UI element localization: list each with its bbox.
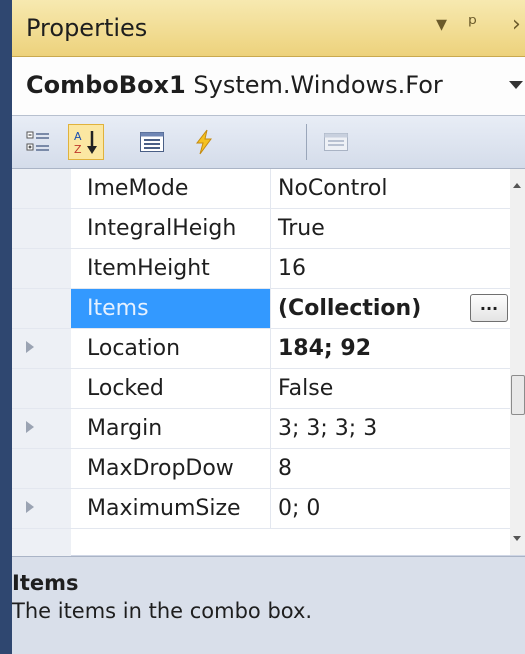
close-icon[interactable]: › <box>512 12 521 37</box>
events-icon[interactable] <box>186 124 222 160</box>
row-gutter <box>12 489 71 528</box>
property-name: Margin <box>71 409 271 448</box>
property-name: ItemHeight <box>71 249 271 288</box>
categorized-icon[interactable] <box>20 124 56 160</box>
svg-text:Z: Z <box>74 143 82 156</box>
property-pages-icon[interactable] <box>318 124 354 160</box>
title-bar: Properties ▾ ᵖ › <box>12 0 525 57</box>
scroll-down-icon[interactable] <box>513 536 521 541</box>
property-value[interactable]: (Collection) ... <box>271 289 510 328</box>
property-row-imemode[interactable]: ImeMode NoControl <box>12 169 510 209</box>
object-selector[interactable]: ComboBox1 System.Windows.For <box>12 57 525 116</box>
window-title: Properties <box>26 14 148 42</box>
toolbar-separator <box>306 124 307 160</box>
property-row-itemheight[interactable]: ItemHeight 16 <box>12 249 510 289</box>
properties-icon[interactable] <box>134 124 170 160</box>
property-name: Items <box>71 289 271 328</box>
description-text: The items in the combo box. <box>12 599 313 623</box>
svg-text:A: A <box>74 130 82 143</box>
property-value[interactable]: 0; 0 <box>271 489 510 528</box>
property-value[interactable]: 3; 3; 3; 3 <box>271 409 510 448</box>
dropdown-icon[interactable]: ▾ <box>436 12 447 37</box>
ellipsis-button[interactable]: ... <box>470 294 508 322</box>
row-gutter <box>12 329 71 368</box>
property-name: Locked <box>71 369 271 408</box>
property-value[interactable]: 184; 92 <box>271 329 510 368</box>
scroll-thumb[interactable] <box>511 375 525 415</box>
row-gutter <box>12 169 71 208</box>
property-value[interactable]: True <box>271 209 510 248</box>
row-gutter <box>12 249 71 288</box>
row-gutter <box>12 409 71 448</box>
scroll-up-icon[interactable] <box>513 183 521 188</box>
property-name: ImeMode <box>71 169 271 208</box>
property-grid: ImeMode NoControl IntegralHeigh True Ite… <box>12 169 510 569</box>
property-row-locked[interactable]: Locked False <box>12 369 510 409</box>
property-value[interactable]: False <box>271 369 510 408</box>
description-title: Items <box>12 571 79 595</box>
property-row-items[interactable]: Items (Collection) ... <box>12 289 510 329</box>
expand-icon[interactable] <box>26 501 34 513</box>
property-row-maxdropdownitems[interactable]: MaxDropDow 8 <box>12 449 510 489</box>
expand-icon[interactable] <box>26 421 34 433</box>
property-value[interactable]: 16 <box>271 249 510 288</box>
vertical-scrollbar[interactable] <box>510 169 525 555</box>
property-row-margin[interactable]: Margin 3; 3; 3; 3 <box>12 409 510 449</box>
property-row-integralheight[interactable]: IntegralHeigh True <box>12 209 510 249</box>
expand-icon[interactable] <box>26 341 34 353</box>
property-value[interactable]: NoControl <box>271 169 510 208</box>
properties-window: Properties ▾ ᵖ › ComboBox1 System.Window… <box>0 0 525 654</box>
property-name: MaxDropDow <box>71 449 271 488</box>
object-selector-text: ComboBox1 System.Windows.For <box>26 71 443 99</box>
window-edge <box>0 0 12 654</box>
property-row-maximumsize[interactable]: MaximumSize 0; 0 <box>12 489 510 529</box>
property-value-text: (Collection) <box>278 296 422 321</box>
row-gutter <box>12 289 71 328</box>
row-gutter <box>12 449 71 488</box>
row-gutter <box>12 369 71 408</box>
pin-icon[interactable]: ᵖ <box>468 12 477 37</box>
property-value[interactable]: 8 <box>271 449 510 488</box>
row-gutter <box>12 209 71 248</box>
chevron-down-icon[interactable] <box>509 81 523 89</box>
object-type: System.Windows.For <box>193 71 443 99</box>
property-name: IntegralHeigh <box>71 209 271 248</box>
property-row-location[interactable]: Location 184; 92 <box>12 329 510 369</box>
description-pane: Items The items in the combo box. <box>12 556 525 654</box>
alphabetical-icon[interactable]: AZ <box>68 124 104 160</box>
property-name: Location <box>71 329 271 368</box>
property-name: MaximumSize <box>71 489 271 528</box>
toolbar: AZ <box>12 116 525 169</box>
object-name: ComboBox1 <box>26 71 186 99</box>
